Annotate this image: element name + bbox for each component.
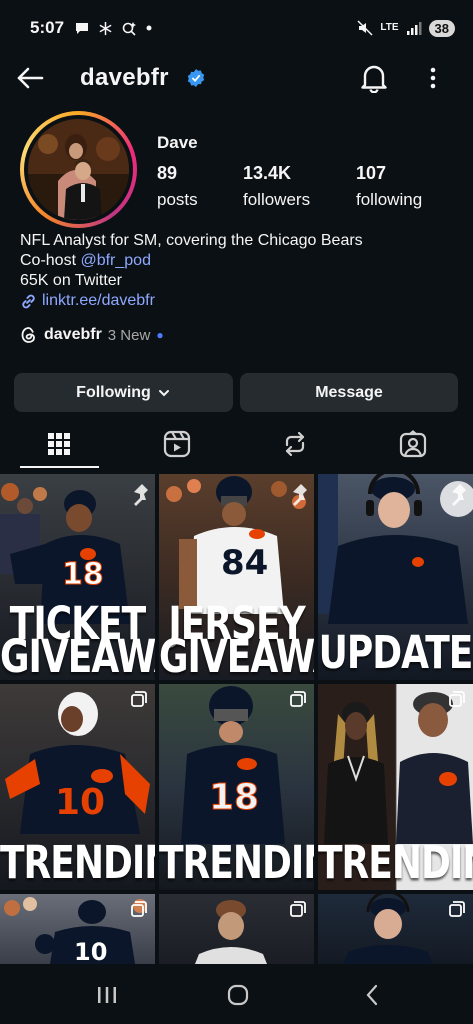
tab-reels[interactable]: [118, 420, 236, 468]
profile-header: davebfr: [0, 56, 473, 100]
following-button[interactable]: Following: [14, 373, 233, 412]
message-button[interactable]: Message: [240, 373, 458, 412]
snowflake-icon: [99, 21, 112, 35]
post-caption-line1: TRENDING: [0, 837, 155, 889]
display-name: Dave: [157, 133, 198, 152]
posts-label: posts: [157, 190, 198, 209]
grid-post-2[interactable]: 84 JERSEY GIVEAWAY: [159, 474, 314, 680]
post-caption-line1: UPDATE: [318, 627, 473, 679]
mute-icon: [357, 20, 373, 36]
back-nav-button[interactable]: [352, 980, 392, 1010]
following-stat[interactable]: 107 following: [356, 163, 422, 210]
home-button[interactable]: [218, 980, 258, 1010]
battery-indicator: 38: [428, 19, 455, 37]
post-caption-line1: TRENDING: [159, 837, 314, 889]
grid-post-3[interactable]: UPDATE: [318, 474, 473, 680]
threads-new-count: 3 New: [107, 326, 151, 344]
followers-count: 13.4K: [243, 163, 292, 183]
tab-posts-grid[interactable]: [0, 420, 118, 468]
message-button-label: Message: [315, 383, 383, 401]
bio-external-link[interactable]: linktr.ee/davebfr: [20, 291, 363, 311]
following-button-label: Following: [76, 383, 151, 401]
threads-badge[interactable]: davebfr 3 New ●: [20, 326, 164, 344]
tagged-icon: [399, 430, 427, 458]
status-left-icons: [74, 20, 153, 36]
post-caption-line1: TRENDING: [318, 837, 473, 889]
link-icon: [22, 294, 35, 308]
chevron-down-icon: [158, 389, 169, 396]
grid-post-4[interactable]: 10 TRENDING: [0, 684, 155, 890]
verified-badge-icon: [187, 69, 205, 87]
new-dot-icon: ●: [156, 328, 164, 342]
bio: NFL Analyst for SM, covering the Chicago…: [20, 231, 363, 311]
post-caption-line2: GIVEAWAY: [159, 631, 314, 680]
home-icon: [227, 984, 249, 1006]
threads-icon: [21, 327, 35, 343]
tab-tagged[interactable]: [354, 420, 472, 468]
jersey-number: 18: [209, 777, 259, 818]
story-ring[interactable]: [20, 111, 137, 228]
more-options-button[interactable]: [418, 61, 448, 95]
followers-stat[interactable]: 13.4K followers: [243, 163, 310, 210]
grid-post-5[interactable]: 18 TRENDING: [159, 684, 314, 890]
grid-post-7[interactable]: 10: [0, 894, 155, 964]
lte-icon: LTE: [380, 22, 399, 33]
followers-label: followers: [243, 190, 311, 209]
carousel-icon: [290, 691, 306, 707]
avatar-photo-icon: [28, 119, 129, 220]
bio-link-text: linktr.ee/davebfr: [42, 292, 155, 309]
svg-text:18: 18: [62, 557, 104, 592]
bio-line-1: NFL Analyst for SM, covering the Chicago…: [20, 232, 363, 249]
back-icon: [366, 984, 378, 1006]
grid-post-9[interactable]: [318, 894, 473, 964]
bio-line-2: Co-host @bfr_pod: [20, 251, 363, 271]
bio-mention-link[interactable]: @bfr_pod: [80, 252, 151, 269]
status-time: 5:07: [30, 18, 65, 37]
carousel-icon: [131, 901, 147, 917]
back-button[interactable]: [14, 62, 46, 94]
jersey-number: 10: [55, 782, 105, 823]
recents-icon: [98, 987, 116, 1003]
following-count: 107: [356, 163, 387, 183]
jersey-number: 10: [74, 938, 107, 964]
profile-tabs: [0, 420, 473, 470]
carousel-icon: [290, 901, 306, 917]
grid-post-8[interactable]: [159, 894, 314, 964]
signal-icon: [406, 22, 422, 35]
grid-post-1[interactable]: 18 TICKET GIVEAWAY: [0, 474, 155, 680]
carousel-icon: [449, 901, 465, 917]
avatar: [28, 119, 129, 220]
carousel-icon: [449, 691, 465, 707]
status-right: LTE 38: [357, 19, 455, 37]
bio-line-3: 65K on Twitter: [20, 272, 122, 289]
bell-icon: [361, 65, 387, 93]
more-vertical-icon: [430, 67, 436, 89]
threads-username: davebfr: [44, 326, 102, 343]
post-caption-line2: GIVEAWAY: [0, 631, 155, 680]
chat-bubble-icon: [76, 23, 89, 34]
reels-icon: [163, 430, 191, 458]
system-navigation-bar: [0, 964, 473, 1024]
grid-post-6[interactable]: TRENDING: [318, 684, 473, 890]
back-arrow-icon: [17, 67, 44, 89]
jersey-number: 84: [221, 543, 268, 583]
tab-reposts[interactable]: [236, 420, 354, 468]
recents-button[interactable]: [87, 980, 127, 1010]
posts-count: 89: [157, 163, 178, 183]
following-label: following: [356, 190, 423, 209]
dot-icon: [146, 25, 152, 31]
notifications-button[interactable]: [357, 61, 391, 95]
profile-username: davebfr: [80, 64, 169, 91]
status-bar: 5:07 LTE 38: [0, 0, 473, 56]
carousel-icon: [131, 691, 147, 707]
bio-cohost-text: Co-host: [20, 252, 81, 269]
assistant-icon: [122, 22, 137, 36]
reposts-icon: [285, 431, 305, 457]
active-tab-indicator: [20, 466, 99, 468]
grid-icon: [48, 433, 70, 455]
posts-stat[interactable]: 89 posts: [157, 163, 198, 210]
